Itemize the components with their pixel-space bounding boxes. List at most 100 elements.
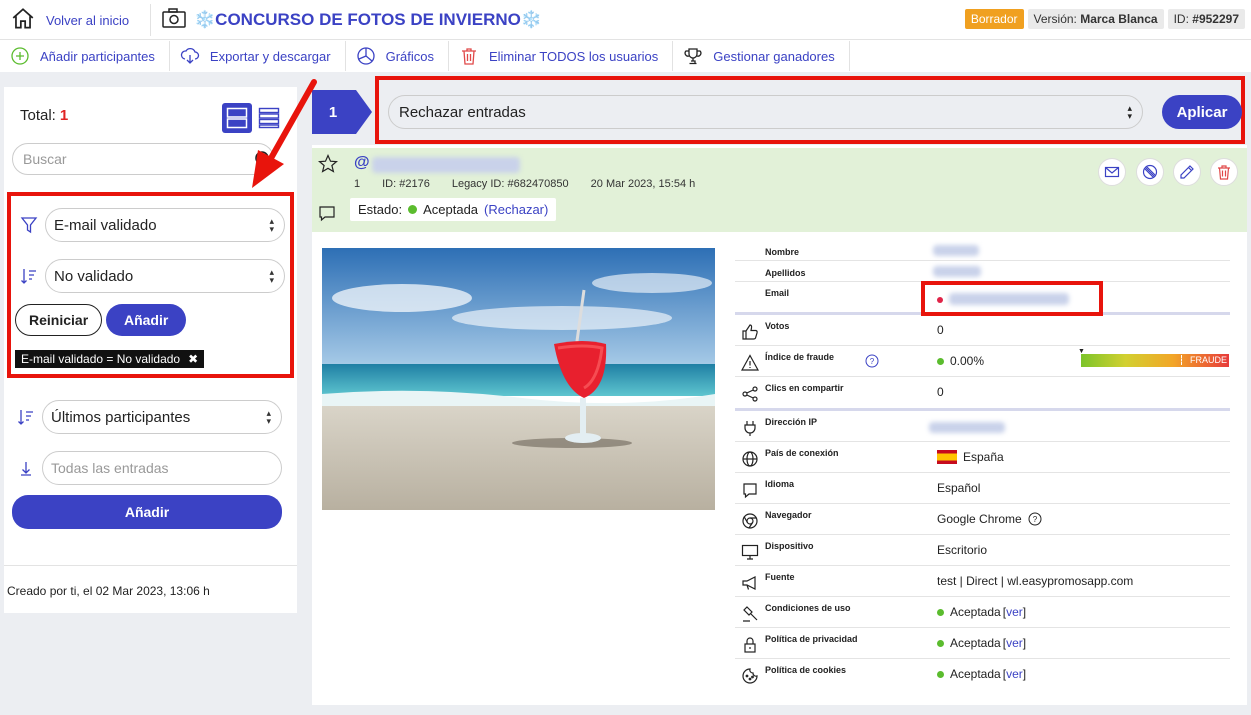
help-icon[interactable]: ? [865,354,879,368]
status-dot [408,205,418,214]
monitor-icon [741,543,759,561]
detail-votos: Votos 0 [735,315,1230,346]
search-icon[interactable] [254,150,272,168]
close-icon[interactable]: ✖ [188,352,198,366]
sort-select[interactable]: Últimos participantes ▴ ▾ [42,400,282,434]
detail-navegador: Navegador Google Chrome ? [735,504,1230,535]
detail-pais: País de conexión España [735,442,1230,473]
email-button[interactable] [1098,158,1126,186]
version-badge: Versión: Marca Blanca [1027,9,1164,29]
trash-icon [461,48,476,65]
select-arrows-icon: ▴ ▾ [269,216,274,234]
snowflake-icon: ❄️ [520,9,543,29]
globe-icon [741,450,759,468]
pencil-icon [1180,165,1194,179]
entry-meta: 1 ID: #2176 Legacy ID: #682470850 20 Mar… [354,178,696,190]
divider [150,4,151,36]
entry-status: Estado: Aceptada (Rechazar) [350,198,557,221]
bulk-action-panel: Rechazar entradas ▴ ▾ Aplicar [375,76,1245,144]
home-link[interactable]: Volver al inicio [10,6,129,35]
gavel-icon [741,605,759,623]
add-participants-button[interactable]: Añadir participantes [0,41,170,71]
select-arrows-icon: ▴ ▾ [1127,103,1132,121]
filter-panel: E-mail validado ▴ ▾ No validado ▴ ▾ Reinic… [7,192,294,378]
email-highlight [921,281,1103,316]
arrow-down-icon [14,456,38,480]
blurred-value [933,245,979,256]
list-view-icon[interactable] [256,103,282,133]
manage-winners-button[interactable]: Gestionar ganadores [673,41,850,71]
select-arrows-icon: ▴ ▾ [266,408,271,426]
detail-privacidad: Política de privacidad Aceptada [ver] [735,628,1230,659]
view-cookies-link[interactable]: ver [1006,667,1023,681]
delete-all-users-button[interactable]: Eliminar TODOS los usuarios [449,41,674,71]
cloud-download-icon [180,47,200,64]
reject-link[interactable]: (Rechazar) [484,202,548,217]
bulk-action-select[interactable]: Rechazar entradas ▴ ▾ [388,95,1143,129]
id-badge: ID: #952297 [1167,9,1245,29]
detail-clics: Clics en compartir 0 [735,377,1230,408]
top-bar: Volver al inicio ❄️ CONCURSO DE FOTOS DE… [0,0,1251,40]
svg-text:?: ? [870,357,875,366]
entry-header: @ 1 ID: #2176 Legacy ID: #682470850 20 M… [312,148,1247,232]
star-icon[interactable] [318,154,338,174]
snowflake-icon: ❄️ [194,9,216,29]
export-button[interactable]: Exportar y descargar [170,41,346,71]
active-filter-chip: E-mail validado = No validado ✖ [15,350,205,368]
entries-input[interactable]: Todas las entradas [42,451,282,485]
apply-button[interactable]: Aplicar [1162,95,1242,129]
speech-bubble-icon [741,481,759,499]
search-input[interactable]: Buscar [12,143,274,175]
detail-dispositivo: Dispositivo Escritorio [735,535,1230,566]
detail-ip: Dirección IP [735,411,1230,442]
plus-circle-icon [11,47,29,65]
gauge-pointer-icon: ▼ [1078,348,1085,355]
blurred-value [933,266,981,277]
home-icon [10,6,36,35]
funnel-icon [17,213,41,237]
filter-value-select[interactable]: No validado ▴ ▾ [45,259,285,293]
page-title: CONCURSO DE FOTOS DE INVIERNO [215,9,521,29]
filter-field-select[interactable]: E-mail validado ▴ ▾ [45,208,285,242]
detail-condiciones: Condiciones de uso Aceptada [ver] [735,597,1230,628]
view-terms-link[interactable]: ver [1006,605,1023,619]
add-filter-button[interactable]: Añadir [106,304,187,336]
camera-icon [162,8,186,31]
sort-icon [17,264,41,288]
fraud-gauge: ▼ FRAUDE [1078,348,1229,367]
comment-icon[interactable] [318,204,336,222]
entry-card: @ 1 ID: #2176 Legacy ID: #682470850 20 M… [312,145,1247,705]
thumbs-up-icon [741,323,759,341]
envelope-icon [1104,166,1120,178]
pie-chart-icon [356,47,375,65]
select-arrows-icon: ▴ ▾ [269,267,274,285]
status-badge: Borrador [964,9,1024,29]
edit-button[interactable] [1173,158,1201,186]
chrome-icon [741,512,759,530]
add-sort-button[interactable]: Añadir [12,495,282,529]
reset-button[interactable]: Reiniciar [15,304,103,336]
block-button[interactable] [1136,158,1164,186]
help-icon: ? [1028,512,1042,526]
card-view-icon[interactable] [222,103,252,133]
view-privacy-link[interactable]: ver [1006,636,1023,650]
delete-button[interactable] [1210,158,1238,186]
svg-text:?: ? [1032,515,1037,524]
home-label: Volver al inicio [46,13,130,28]
ban-icon [1142,164,1158,180]
step-number: 1 [328,103,338,121]
blurred-value [929,422,1005,433]
share-icon [741,385,759,403]
warning-icon [740,354,760,372]
view-toggle [222,103,282,133]
spain-flag-icon [937,450,957,464]
plug-icon [741,419,759,437]
filter-field-row: E-mail validado ▴ ▾ [17,208,285,242]
entry-photo[interactable] [322,248,715,510]
total-count: Total: 1 [20,107,69,124]
contest-title: ❄️ CONCURSO DE FOTOS DE INVIERNO ❄️ [162,8,542,31]
charts-button[interactable]: Gráficos [346,41,449,71]
entry-username-at: @ [354,154,370,171]
created-info: Creado por ti, el 02 Mar 2023, 13:06 h [7,584,210,598]
sort-icon [14,405,38,429]
